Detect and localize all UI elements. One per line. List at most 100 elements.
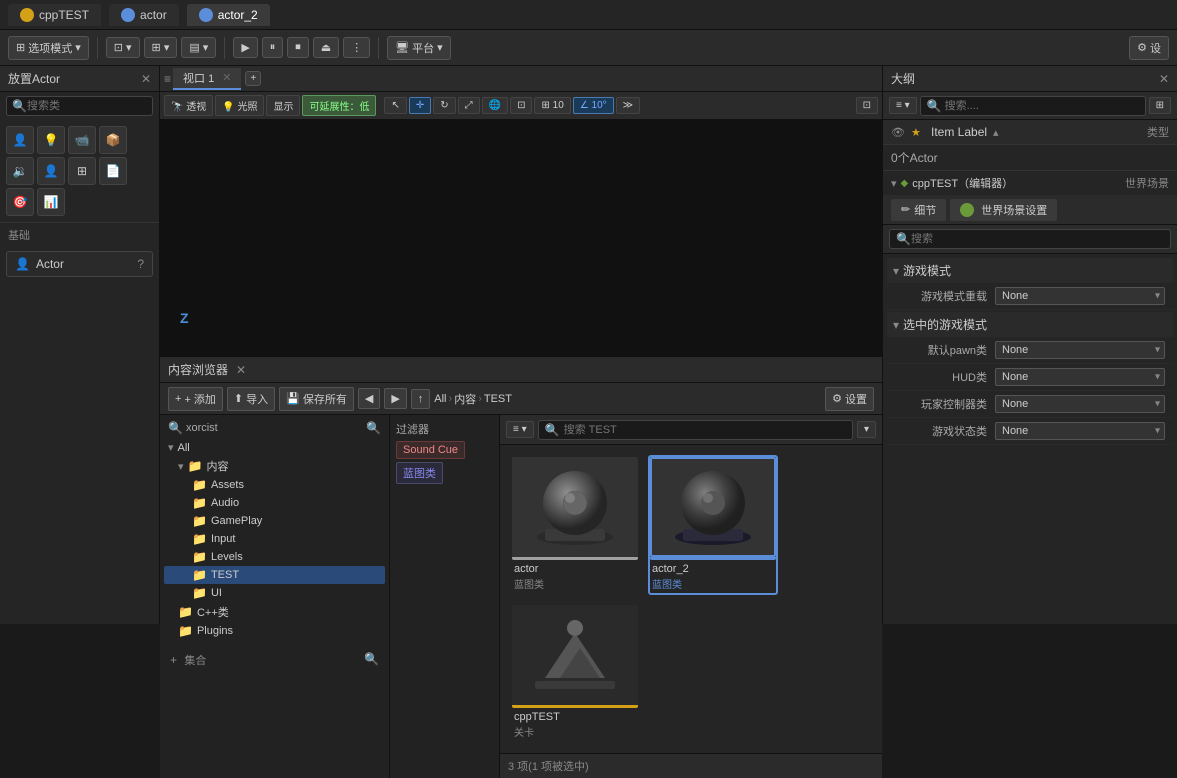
cb-save-btn[interactable]: 💾 保存所有	[279, 387, 354, 411]
vp-show-btn[interactable]: 显示	[266, 95, 300, 116]
details-tab-details[interactable]: ✏ 细节	[891, 199, 946, 221]
eject-btn[interactable]: ⏏	[313, 37, 339, 58]
outline-add-btn[interactable]: ⊞	[1149, 97, 1171, 114]
cb-import-btn[interactable]: ⬆ 导入	[227, 387, 275, 411]
cb-settings-btn[interactable]: ⚙ 设置	[825, 387, 874, 411]
tree-item-audio[interactable]: 📁 Audio	[164, 494, 385, 512]
vp-angle-btn[interactable]: ∠ 10°	[573, 97, 614, 114]
tree-item-gameplay[interactable]: 📁 GamePlay	[164, 512, 385, 530]
actor-icon-9[interactable]: 🎯	[6, 188, 34, 216]
vp-scalability-btn[interactable]: 可延展性：低	[302, 95, 376, 116]
toolbar-btn-1[interactable]: ⊡ ▾	[106, 37, 140, 58]
add-viewport-btn[interactable]: +	[245, 71, 261, 86]
outline-close[interactable]: ✕	[1159, 72, 1169, 86]
cb-import-label: 导入	[246, 391, 268, 407]
cb-path-content[interactable]: 内容	[454, 391, 476, 407]
vp-rotate-btn[interactable]: ↻	[433, 97, 455, 114]
hud-select[interactable]: None	[995, 368, 1165, 386]
actor-icon-8[interactable]: 📄	[99, 157, 127, 185]
sort-icon[interactable]: ▴	[993, 126, 999, 139]
filter-tag-soundcue[interactable]: Sound Cue	[396, 441, 465, 459]
actor-row[interactable]: 👤 Actor ?	[6, 251, 153, 277]
outline-world-row[interactable]: ▾ ◆ cppTEST（编辑器） 世界场景	[883, 171, 1177, 195]
asset-card-actor2[interactable]: actor_2 蓝图类	[648, 455, 778, 595]
tree-item-content[interactable]: ▾ 📁 内容	[164, 456, 385, 476]
actor-icon-5[interactable]: 🔉	[6, 157, 34, 185]
actor-icon-1[interactable]: 👤	[6, 126, 34, 154]
tree-item-assets[interactable]: 📁 Assets	[164, 476, 385, 494]
collection-search-icon[interactable]: 🔍	[364, 652, 379, 666]
cb-close[interactable]: ✕	[236, 363, 246, 377]
actor-icon-2[interactable]: 💡	[37, 126, 65, 154]
folder-search-icon[interactable]: 🔍	[366, 421, 381, 435]
tree-item-cpp[interactable]: 📁 C++类	[164, 602, 385, 622]
tree-item-test[interactable]: 📁 TEST	[164, 566, 385, 584]
pause-btn[interactable]: ⏸	[262, 37, 284, 58]
actor-icon-7[interactable]: ⊞	[68, 157, 96, 185]
actor-icon-3[interactable]: 📹	[68, 126, 96, 154]
vp-screen-btn[interactable]: ⊡	[510, 97, 532, 114]
vp-grid-btn[interactable]: ⊞ 10	[534, 97, 570, 114]
filter-tag-blueprint[interactable]: 蓝图类	[396, 462, 443, 484]
section-selected-header[interactable]: ▾ 选中的游戏模式	[887, 312, 1173, 337]
cb-nav-back[interactable]: ◀	[358, 388, 380, 409]
asset-card-cppTEST[interactable]: cppTEST 关卡	[510, 603, 640, 743]
play-btn[interactable]: ▶	[233, 37, 257, 58]
actor-icon-6[interactable]: 👤	[37, 157, 65, 185]
vp-world-btn[interactable]: 🌐	[482, 97, 508, 114]
tree-item-plugins[interactable]: 📁 Plugins	[164, 622, 385, 640]
left-panel-close[interactable]: ✕	[141, 72, 151, 86]
player-controller-select[interactable]: None	[995, 395, 1165, 413]
game-mode-override-select[interactable]: None	[995, 287, 1165, 305]
asset-filter-btn[interactable]: ≡ ▾	[506, 421, 534, 438]
asset-filter-dropdown[interactable]: ▾	[857, 421, 876, 438]
cb-nav-fwd[interactable]: ▶	[384, 388, 406, 409]
tree-item-all[interactable]: ▾ All	[164, 439, 385, 456]
tree-item-ui[interactable]: 📁 UI	[164, 584, 385, 602]
actor-help-icon[interactable]: ?	[137, 257, 144, 271]
outline-search[interactable]: 🔍	[920, 96, 1146, 116]
outline-search-input[interactable]	[945, 100, 1139, 112]
section-game-mode-header[interactable]: ▾ 游戏模式	[887, 258, 1173, 283]
actor-icon-10[interactable]: 📊	[37, 188, 65, 216]
game-state-select[interactable]: None	[995, 422, 1165, 440]
left-search-input[interactable]	[27, 100, 147, 112]
vp-more-btn[interactable]: ≫	[616, 97, 640, 114]
vp-scale-btn[interactable]: ⤢	[458, 97, 480, 114]
settings-button[interactable]: ⚙ 设	[1129, 36, 1169, 60]
tab-actor2[interactable]: actor_2	[187, 4, 270, 26]
tab-actor[interactable]: actor	[109, 4, 179, 26]
viewport-tab-1[interactable]: 视口 1 ✕	[173, 68, 241, 90]
vp-lighting-btn[interactable]: 💡 光照	[215, 95, 264, 116]
cb-nav-up[interactable]: ↑	[411, 389, 431, 409]
details-tab-world[interactable]: 世界场景设置	[950, 199, 1057, 221]
viewport-menu-icon[interactable]: ≡	[164, 72, 171, 86]
viewport-tab-close[interactable]: ✕	[222, 71, 231, 84]
vp-move-btn[interactable]: ✛	[409, 97, 431, 114]
cb-path-test[interactable]: TEST	[484, 393, 512, 405]
asset-search-box[interactable]: 🔍	[538, 420, 853, 440]
default-pawn-select[interactable]: None	[995, 341, 1165, 359]
cb-add-btn[interactable]: + + 添加	[168, 387, 223, 411]
viewport-canvas[interactable]: Z	[160, 120, 882, 356]
toolbar-btn-2[interactable]: ⊞ ▾	[144, 37, 178, 58]
cb-path-all[interactable]: All	[434, 393, 446, 405]
outline-filter-btn[interactable]: ≡ ▾	[889, 97, 917, 114]
details-search-input[interactable]	[911, 233, 1164, 245]
vp-maximize-btn[interactable]: ⊡	[856, 97, 878, 114]
vp-perspective-btn[interactable]: 🔭 透视	[164, 95, 213, 116]
details-search[interactable]: 🔍	[889, 229, 1171, 249]
toolbar-btn-3[interactable]: ▤ ▾	[181, 37, 216, 58]
tab-cppTEST[interactable]: cppTEST	[8, 4, 101, 26]
more-btn[interactable]: ⋮	[343, 37, 370, 58]
tree-item-input[interactable]: 📁 Input	[164, 530, 385, 548]
stop-btn[interactable]: ⏹	[287, 37, 309, 58]
asset-search-input[interactable]	[564, 424, 846, 436]
left-search-box[interactable]: 🔍	[6, 96, 153, 116]
tree-item-levels[interactable]: 📁 Levels	[164, 548, 385, 566]
actor-icon-4[interactable]: 📦	[99, 126, 127, 154]
platform-button[interactable]: 🖥 平台 ▾	[387, 36, 451, 60]
asset-card-actor[interactable]: actor 蓝图类	[510, 455, 640, 595]
mode-button[interactable]: ⊞ 选项模式 ▾	[8, 36, 89, 60]
vp-select-btn[interactable]: ↖	[384, 97, 406, 114]
